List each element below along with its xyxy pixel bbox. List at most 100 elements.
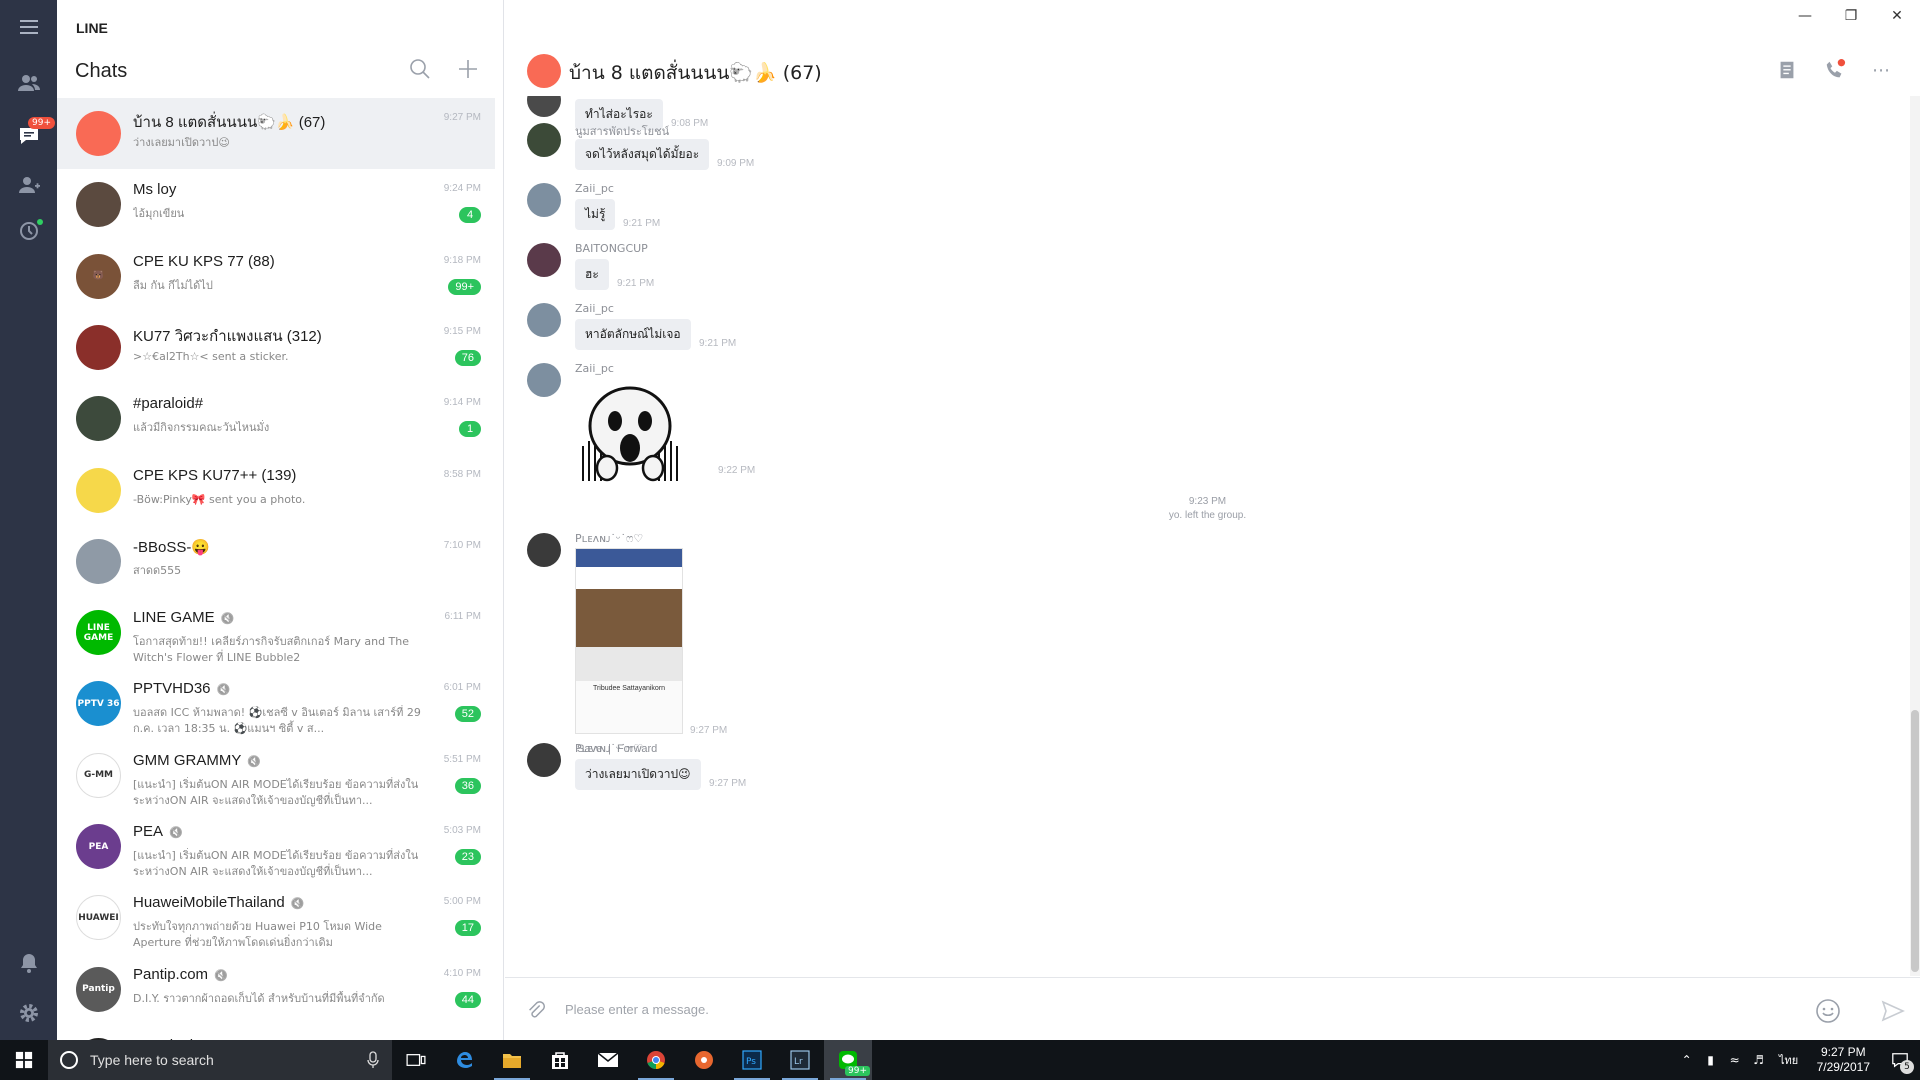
chat-list-item[interactable]: บ้าน 8 แตดสั่นนนน🐑🍌 (67) ว่างเลยมาเปิดวาป… [57,98,495,169]
room-avatar[interactable] [527,54,561,88]
call-icon[interactable] [1823,58,1847,82]
lightroom-icon[interactable]: Lr [776,1040,824,1080]
message-avatar[interactable] [527,123,561,157]
edge-browser-icon[interactable] [440,1040,488,1080]
message-bubble[interactable]: ไม่รู้ [575,199,616,230]
notification-bell-icon[interactable] [0,938,57,988]
message-avatar[interactable] [527,243,561,277]
chats-badge: 99+ [28,117,55,129]
chat-preview: [แนะนำ] เริ่มต้นON AIR MODEได้เรียบร้อย … [133,849,419,878]
photoshop-icon[interactable]: Ps [728,1040,776,1080]
microphone-icon[interactable] [366,1051,380,1069]
settings-gear-icon[interactable] [0,988,57,1038]
chat-name: Pantip.com 🔇 [133,966,228,983]
message-avatar[interactable] [527,303,561,337]
send-icon[interactable] [1880,998,1906,1024]
chat-time: 9:27 PM [443,112,481,123]
show-hidden-icons-icon[interactable]: ⌃ [1675,1053,1699,1067]
chat-list-item[interactable]: #paraloid# แล้วมีกิจกรรมคณะวันไหนมั่ง 9:14… [57,383,495,454]
message-bubble[interactable]: ว่างเลยมาเปิดวาป😉 [575,759,701,790]
windows-taskbar: Type here to search Ps Lr 99+ ⌃ ▮ ≈ ♬ ไท… [0,1040,1920,1080]
chats-icon[interactable]: 99+ [0,111,57,161]
message-avatar[interactable] [527,743,561,777]
music-player-icon[interactable] [680,1040,728,1080]
unread-badge: 76 [454,349,481,366]
system-message-time: 9:23 PM [1188,496,1227,507]
chat-time: 7:10 PM [443,539,481,551]
window-controls: — ❐ ✕ [1782,0,1920,34]
chat-name-text: บ้าน 8 แตดสั่นนนน🐑🍌 (67) [133,114,326,131]
minimize-icon[interactable]: — [1782,0,1828,32]
notes-icon[interactable] [1775,58,1799,82]
chat-list-item[interactable]: G-MM GMM GRAMMY 🔇 [แนะนำ] เริ่มต้นON AIR MO… [57,740,495,811]
chat-list-item[interactable]: LINE GAME LINE GAME 🔇 โอกาสสุดท้าย!! เคลียร… [57,597,495,668]
store-icon[interactable] [536,1040,584,1080]
search-icon[interactable] [409,58,431,80]
chat-list-item[interactable]: HUAWEI HuaweiMobileThailand 🔇 ประทับใจทุกภา… [57,882,495,953]
mail-icon[interactable] [584,1040,632,1080]
add-chat-icon[interactable] [457,58,479,80]
menu-icon[interactable] [0,2,57,52]
attach-file-icon[interactable] [525,1000,547,1022]
chat-preview: สาดด555 [133,563,182,577]
chat-name-text: -BBoSS-😛 [133,538,211,556]
chat-list-item[interactable]: Ms loy ไอ้มุกเขียน 9:24 PM 4 [57,169,495,240]
message-avatar[interactable] [527,533,561,567]
chat-name-text: PEA [133,823,164,840]
chat-name: #paraloid# [133,395,203,412]
chat-avatar [76,396,121,442]
chat-name-text: GMM GRAMMY [133,751,242,769]
chat-list-item[interactable]: CPE KPS KU77++ (139) -Böw:Pinky🎀 sent you… [57,455,495,526]
photo-caption: Tribudee Sattayanikorn [592,685,666,692]
message-bubble[interactable]: หาอัตลักษณ์ไม่เจอ [575,319,691,350]
chat-list-item[interactable]: -BBoSS-😛 สาดด555 7:10 PM [57,526,495,597]
message-sender-name: Zaii_pc [575,302,614,315]
taskbar-search-box[interactable]: Type here to search [48,1040,392,1080]
message-bubble[interactable]: จดไว้หลังสมุดได้มั้ยอะ [575,139,710,170]
chat-list-item[interactable]: KBank Live [57,1025,495,1040]
friends-icon[interactable] [0,58,57,108]
chat-list-item[interactable]: 🐻 CPE KU KPS 77 (88) ลืม กัน กีไม่ได้ไป 9:1… [57,241,495,312]
chat-list-item[interactable]: KU77 วิศวะกำแพงแสน (312) >☆€al2Th☆< sent … [57,312,495,383]
close-icon[interactable]: ✕ [1874,0,1920,32]
message-time: 9:21 PM [623,218,661,229]
chat-name: บ้าน 8 แตดสั่นนนน🐑🍌 (67) [133,110,325,134]
svg-text:Lr: Lr [794,1057,803,1067]
network-icon[interactable]: ≈ [1723,1053,1747,1067]
chrome-icon[interactable] [632,1040,680,1080]
message-avatar[interactable] [527,183,561,217]
emoji-icon[interactable] [1815,998,1841,1024]
chat-list-item[interactable]: PEA PEA 🔇 [แนะนำ] เริ่มต้นON AIR MODEได้เรี… [57,811,495,882]
message-sender-name: BAITONGCUP [575,242,648,255]
chat-name: PPTVHD36 🔇 [133,680,230,697]
message-sender-name: Zaii_pc [575,362,614,375]
message-time: 9:08 PM [671,118,709,129]
message-bubble[interactable]: ฮะ [575,259,609,290]
taskbar-clock[interactable]: 9:27 PM 7/29/2017 [1817,1045,1870,1075]
line-app-icon[interactable]: 99+ [824,1040,872,1080]
chat-list-item[interactable]: Pantip Pantip.com 🔇 D.I.Y. ราวตากผ้าถอดเก็บ… [57,954,495,1025]
shared-photo[interactable]: Tribudee Sattayanikorn [575,548,683,734]
input-language[interactable]: ไทย [1771,1051,1807,1069]
windows-start-icon[interactable] [0,1040,48,1080]
chat-avatar: Pantip [76,966,121,1012]
message-input[interactable] [565,994,1765,1024]
chat-avatar [76,467,121,513]
muted-icon: 🔇 [290,898,305,911]
sticker-image[interactable] [575,376,685,490]
chat-name: CPE KPS KU77++ (139) [133,467,296,484]
more-options-icon[interactable]: ⋯ [1869,58,1893,82]
volume-icon[interactable]: ♬ [1747,1053,1771,1067]
timeline-icon[interactable] [0,206,57,256]
action-center-icon[interactable]: 5 [1880,1040,1920,1080]
task-view-icon[interactable] [392,1040,440,1080]
message-scroll-thumb[interactable] [1911,710,1919,972]
message-avatar[interactable] [527,363,561,397]
message-avatar[interactable] [527,96,561,117]
chat-room-header: บ้าน 8 แตดสั่นนนน🐑🍌 (67) ⋯ [505,44,1920,96]
battery-icon[interactable]: ▮ [1699,1053,1723,1067]
file-explorer-icon[interactable] [488,1040,536,1080]
restore-icon[interactable]: ❐ [1828,0,1874,32]
add-friend-icon[interactable] [0,160,57,210]
chat-list-item[interactable]: PPTV 36 PPTVHD36 🔇 บอลสด ICC ห้ามพลาด! ⚽เชล… [57,668,495,739]
